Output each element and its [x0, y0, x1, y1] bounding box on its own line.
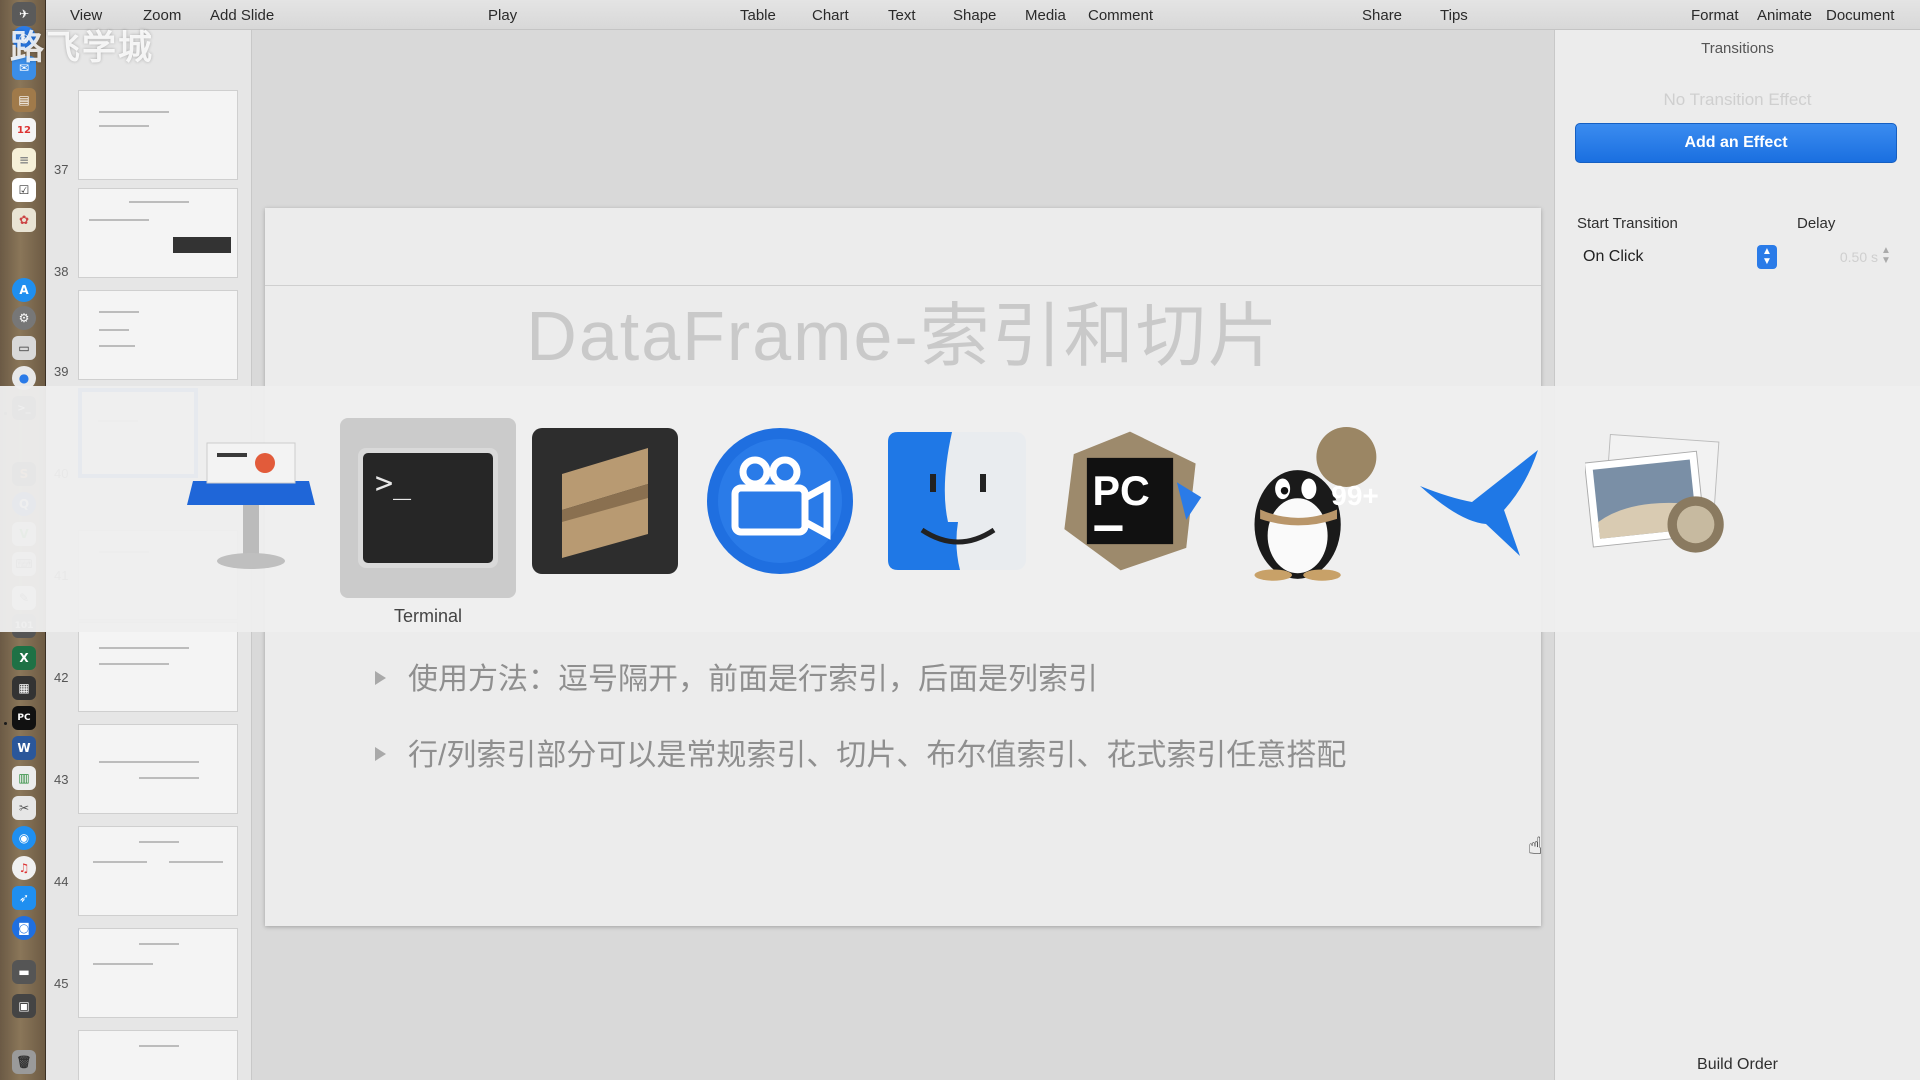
downloads-icon[interactable]: ▣ — [12, 994, 36, 1018]
add-effect-button[interactable]: Add an Effect — [1575, 123, 1897, 163]
inspector-heading: Transitions — [1701, 40, 1774, 57]
terminal-icon: >_ — [358, 448, 498, 568]
calendar-icon[interactable]: 12 — [12, 118, 36, 142]
app-switcher-label: Terminal — [393, 606, 463, 626]
itunes-icon[interactable]: ♫ — [12, 856, 36, 880]
app-preview[interactable] — [1585, 426, 1735, 576]
start-transition-label: Start Transition — [1577, 215, 1678, 232]
slide-thumbnail[interactable] — [78, 1030, 238, 1080]
app-finder[interactable] — [882, 426, 1032, 576]
slide-thumbnail[interactable] — [78, 188, 238, 278]
qq-badge: 99+ — [1331, 480, 1379, 511]
bullet-item[interactable]: 使用方法：逗号隔开，前面是行索引，后面是列索引 — [375, 654, 1098, 698]
reminders-icon[interactable]: ☑ — [12, 178, 36, 202]
slide-thumbnail[interactable] — [78, 826, 238, 916]
slide-thumbnail[interactable] — [78, 928, 238, 1018]
preview-dock-icon[interactable]: ▭ — [12, 336, 36, 360]
build-order-button[interactable]: Build Order — [1555, 1056, 1920, 1074]
bullet-triangle-icon — [375, 747, 386, 762]
text-button[interactable]: Text — [888, 7, 916, 24]
svg-text:PC: PC — [1093, 468, 1150, 514]
pycharm-dock-icon[interactable]: PC — [12, 706, 36, 730]
running-indicator — [4, 722, 7, 725]
bullet-triangle-icon — [375, 671, 386, 686]
popup-stepper-icon: ▲ ▼ — [1757, 245, 1777, 269]
finder-icon — [888, 432, 1026, 570]
bullet-text: 行/列索引部分可以是常规索引、切片、布尔值索引、花式索引任意搭配 — [408, 739, 1347, 772]
app-pycharm[interactable]: PC — [1055, 426, 1205, 576]
slide-number: 43 — [54, 772, 69, 787]
slide-title[interactable]: DataFrame-索引和切片 — [265, 280, 1541, 381]
keynote-icon — [187, 442, 315, 569]
add-slide-button[interactable]: Add Slide — [210, 7, 274, 24]
slide-thumbnail[interactable] — [78, 724, 238, 814]
photos-icon[interactable]: ✿ — [12, 208, 36, 232]
app-bird[interactable] — [1410, 426, 1560, 576]
slide-number: 38 — [54, 264, 69, 279]
spreadsheet-icon[interactable]: ▥ — [12, 766, 36, 790]
delay-label: Delay — [1797, 215, 1836, 232]
excel-icon[interactable]: X — [12, 646, 36, 670]
start-transition-value: On Click — [1583, 248, 1644, 265]
camera-dock-icon[interactable]: ◙ — [12, 916, 36, 940]
delay-field[interactable]: 0.50 s — [1802, 242, 1878, 272]
app-switcher: >_ Terminal PC 99+ — [0, 386, 1920, 632]
app-sublime[interactable] — [530, 426, 680, 576]
tips-button[interactable]: Tips — [1440, 7, 1468, 24]
slide-number: 42 — [54, 670, 69, 685]
trash-icon[interactable]: 🗑 — [12, 1050, 36, 1074]
slide-number: 37 — [54, 162, 69, 177]
bullet-item[interactable]: 行/列索引部分可以是常规索引、切片、布尔值索引、花式索引任意搭配 — [375, 730, 1346, 774]
slide-number: 44 — [54, 874, 69, 889]
table-button[interactable]: Table — [740, 7, 776, 24]
video-camera-icon — [707, 428, 853, 574]
document-button[interactable]: Document — [1826, 7, 1894, 24]
share-button[interactable]: Share — [1362, 7, 1402, 24]
preview-icon — [1585, 433, 1724, 553]
app-qq[interactable]: 99+ — [1232, 426, 1382, 581]
comment-button[interactable]: Comment — [1088, 7, 1153, 24]
slide-thumbnail[interactable] — [78, 622, 238, 712]
slide-thumbnail[interactable] — [78, 290, 238, 380]
app-terminal[interactable]: >_ — [340, 418, 516, 598]
play-button[interactable]: Play — [488, 7, 517, 24]
maps-icon[interactable]: ◉ — [12, 826, 36, 850]
svg-text:>_: >_ — [375, 466, 412, 501]
animate-button[interactable]: Animate — [1757, 7, 1812, 24]
bird-icon — [1420, 450, 1538, 556]
no-effect-label: No Transition Effect — [1663, 90, 1812, 109]
app-store-icon[interactable]: A — [12, 278, 36, 302]
pointer-hand-icon: ☝ — [1528, 833, 1543, 860]
app-screen-recorder[interactable] — [705, 426, 855, 576]
shape-button[interactable]: Shape — [953, 7, 996, 24]
pycharm-icon: PC — [1064, 431, 1202, 571]
notes-icon[interactable]: ≡ — [12, 148, 36, 172]
format-button[interactable]: Format — [1691, 7, 1739, 24]
sublime-icon — [532, 428, 678, 574]
slide-number: 39 — [54, 364, 69, 379]
folder-icon[interactable]: ▬ — [12, 960, 36, 984]
word-icon[interactable]: W — [12, 736, 36, 760]
activity-monitor-icon[interactable]: ▦ — [12, 676, 36, 700]
chart-button[interactable]: Chart — [812, 7, 849, 24]
toolbar: View Zoom Add Slide Play Table Chart Tex… — [46, 0, 1920, 30]
media-button[interactable]: Media — [1025, 7, 1066, 24]
system-preferences-icon[interactable]: ⚙ — [12, 306, 36, 330]
contacts-icon[interactable]: ▤ — [12, 88, 36, 112]
start-transition-popup[interactable]: On Click ▲ ▼ — [1575, 242, 1777, 272]
slide-thumbnail[interactable] — [78, 90, 238, 180]
bird-dock-icon[interactable]: ➶ — [12, 886, 36, 910]
bullet-text: 使用方法：逗号隔开，前面是行索引，后面是列索引 — [408, 663, 1098, 696]
scissors-icon[interactable]: ✂ — [12, 796, 36, 820]
app-keynote[interactable] — [176, 426, 326, 576]
watermark-text: 路飞学城 — [10, 29, 154, 67]
slide-number: 45 — [54, 976, 69, 991]
delay-stepper-icon[interactable]: ▲ ▼ — [1881, 246, 1891, 266]
